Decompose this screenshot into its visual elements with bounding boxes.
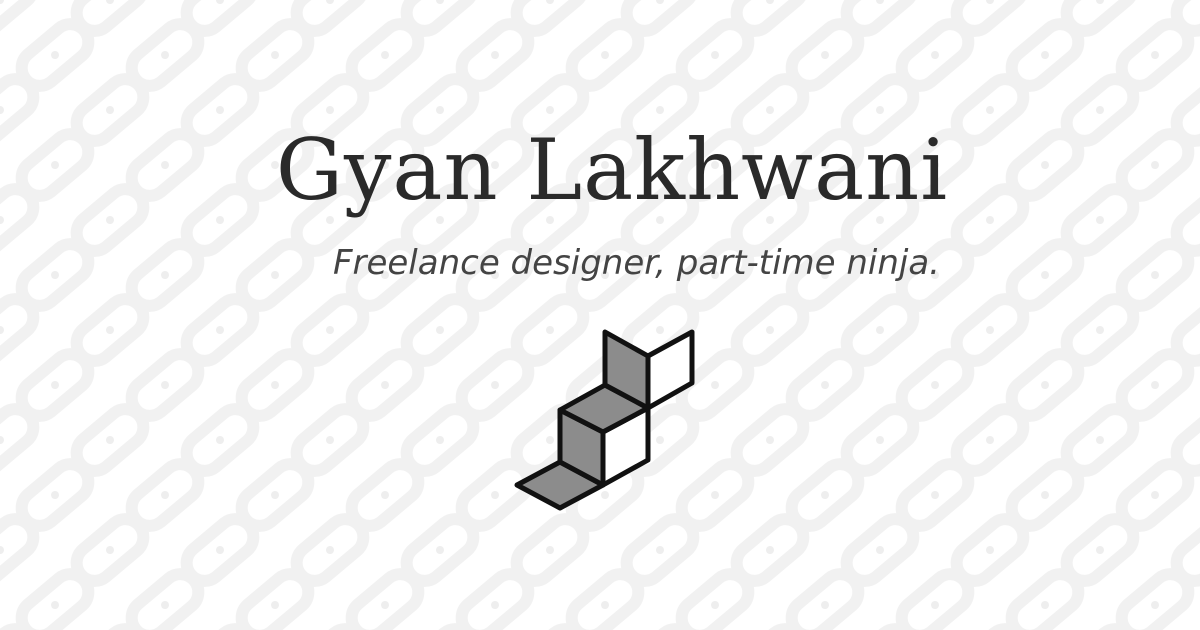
social-card: Gyan Lakhwani Freelance designer, part-t…	[0, 0, 1200, 630]
stacked-cubes-icon	[514, 329, 695, 511]
site-title: Gyan Lakhwani	[275, 121, 949, 219]
site-tagline: Freelance designer, part-time ninja.	[332, 243, 940, 283]
